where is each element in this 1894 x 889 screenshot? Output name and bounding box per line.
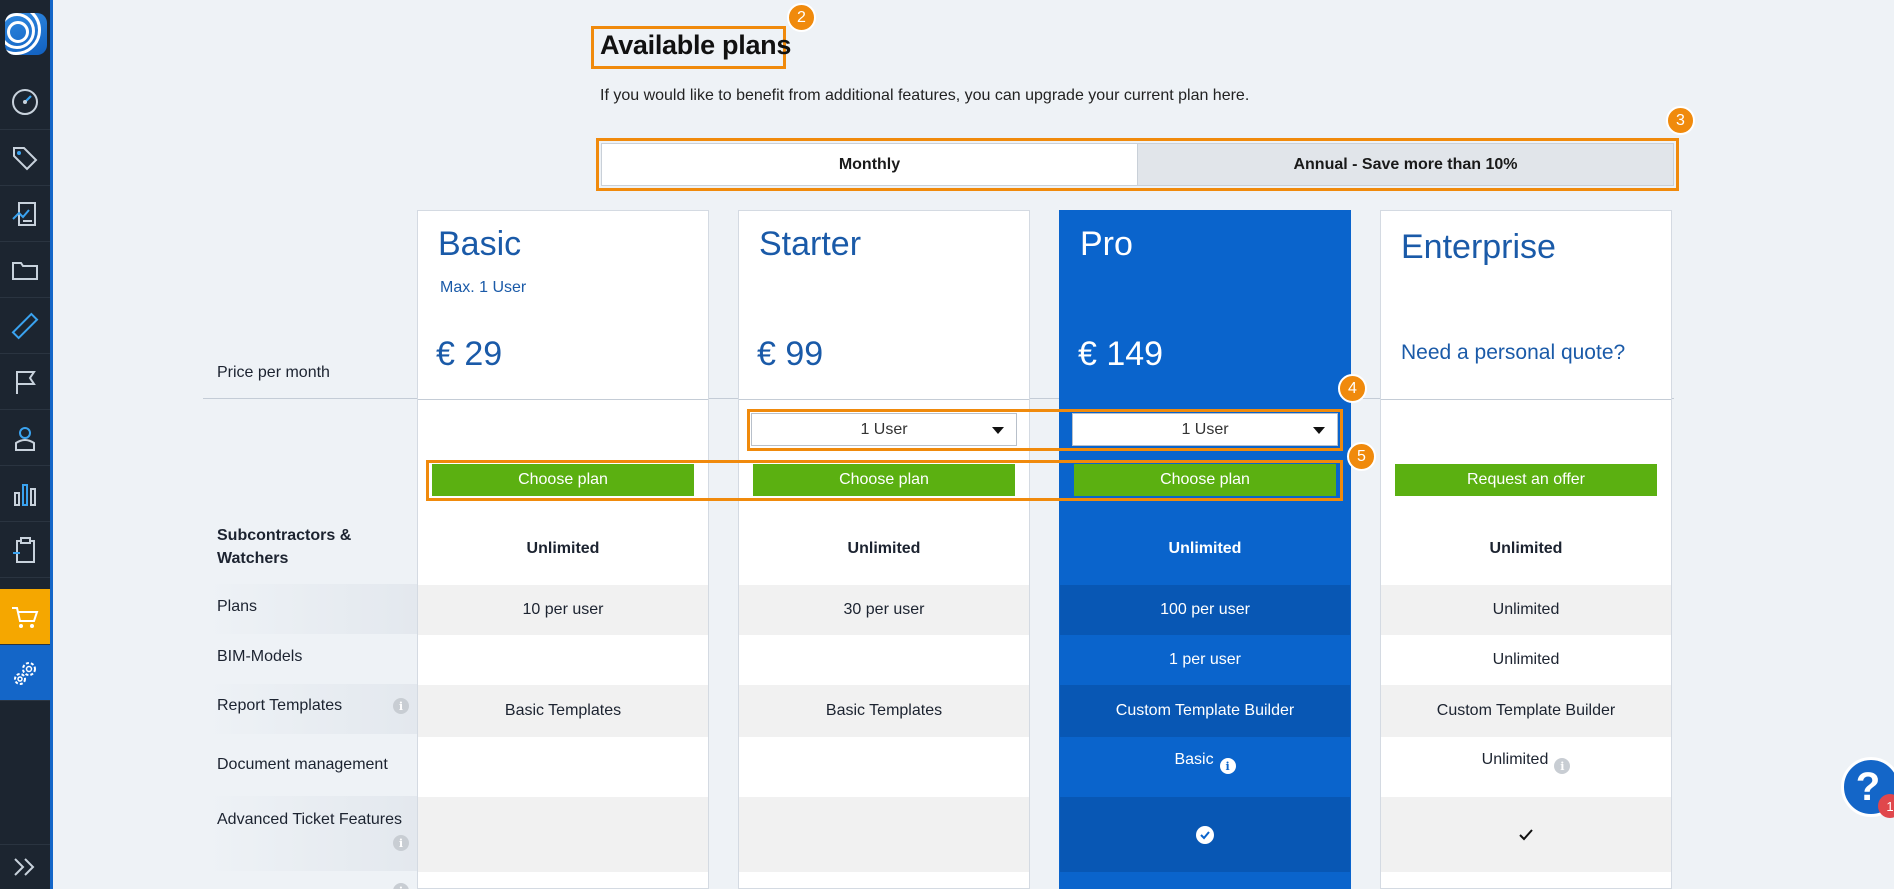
info-icon[interactable]: i <box>393 883 409 889</box>
cell-document-management: Unlimited i <box>1381 737 1671 797</box>
cell-advanced-ticket <box>418 797 708 872</box>
personal-quote-link[interactable]: Need a personal quote? <box>1401 341 1625 365</box>
plan-card-enterprise: Enterprise Need a personal quote? Reques… <box>1380 210 1672 889</box>
annotation-badge: 5 <box>1347 442 1376 471</box>
annotation-badge: 4 <box>1338 374 1367 403</box>
tab-monthly[interactable]: Monthly <box>602 144 1137 185</box>
request-offer-button[interactable]: Request an offer <box>1395 464 1657 496</box>
cell-document-management-value: Basic <box>1174 751 1214 768</box>
card-divider <box>739 399 1029 400</box>
plan-card-basic: Basic Max. 1 User € 29 Choose plan Unlim… <box>417 210 709 889</box>
tags-icon <box>13 146 38 170</box>
row-label-plans: Plans <box>217 598 258 615</box>
plan-name: Basic <box>438 225 522 263</box>
cell-advanced-ticket <box>1060 797 1350 872</box>
cell-report-templates: Basic Templates <box>418 685 708 737</box>
sidebar-item-shop[interactable] <box>0 589 50 645</box>
report-icon <box>12 201 36 226</box>
cell-subcontractors: Unlimited <box>847 540 921 557</box>
annotation-badge: 2 <box>787 3 816 32</box>
user-icon <box>15 426 35 451</box>
cell-subcontractors: Unlimited <box>1168 540 1242 557</box>
cell-document-management-value: Unlimited <box>1481 751 1549 768</box>
row-label-bim: BIM-Models <box>217 648 303 665</box>
cell-document-management <box>739 737 1029 797</box>
plan-user-limit: Max. 1 User <box>440 279 527 296</box>
sidebar-item-dashboard[interactable] <box>0 74 50 130</box>
cell-advanced-ticket <box>739 797 1029 872</box>
plan-name: Starter <box>759 225 862 263</box>
flag-icon <box>16 370 36 394</box>
cell-advanced-ticket <box>1381 797 1671 872</box>
info-icon[interactable]: i <box>1554 758 1571 774</box>
bar-chart-icon <box>14 483 36 506</box>
row-label-report-templates: Report Templates <box>217 697 343 714</box>
card-divider <box>418 399 708 400</box>
annotation-box-choose-plan <box>426 460 1343 501</box>
plan-card-starter: Starter € 99 1 User Choose plan Unlimite… <box>738 210 1030 889</box>
card-divider <box>1060 399 1350 400</box>
cell-plans: Unlimited <box>1381 585 1671 635</box>
row-label-advanced-ticket: Advanced Ticket Features <box>217 811 402 828</box>
sidebar-item-milestones[interactable] <box>0 354 50 410</box>
cell-subcontractors: Unlimited <box>1489 540 1563 557</box>
row-label-price: Price per month <box>217 364 330 381</box>
plan-price: € 99 <box>757 335 824 373</box>
page-title: Available plans <box>600 30 792 60</box>
plan-price: € 29 <box>436 335 503 373</box>
cell-report-templates: Basic Templates <box>739 685 1029 737</box>
checkmark-icon <box>1519 828 1533 840</box>
cell-document-management <box>418 737 708 797</box>
cell-report-templates: Custom Template Builder <box>1060 685 1350 737</box>
plan-name: Pro <box>1080 225 1133 263</box>
card-divider <box>1381 399 1671 400</box>
plan-name: Enterprise <box>1401 228 1556 266</box>
info-icon[interactable]: i <box>393 698 409 714</box>
sidebar-item-settings[interactable] <box>0 645 50 701</box>
cell-document-management: Basic i <box>1060 737 1350 797</box>
sidebar-item-statistics[interactable] <box>0 466 50 522</box>
tab-annual[interactable]: Annual - Save more than 10% <box>1137 144 1673 185</box>
shopping-cart-icon <box>12 606 39 628</box>
cell-bim <box>418 635 708 685</box>
sidebar-expand-button[interactable] <box>0 844 50 889</box>
ruler-icon <box>11 312 39 339</box>
cell-bim: 1 per user <box>1168 651 1242 668</box>
sidebar-item-reports[interactable] <box>0 186 50 242</box>
annotation-badge: 3 <box>1666 106 1695 135</box>
clipboard-icon <box>13 536 35 563</box>
cell-bim: Unlimited <box>1492 651 1560 668</box>
folder-icon <box>12 261 38 280</box>
plan-card-pro: Pro € 149 1 User Choose plan Unlimited 1… <box>1059 210 1351 889</box>
cell-plans: 30 per user <box>739 585 1029 635</box>
sidebar-item-documents[interactable] <box>0 242 50 298</box>
app-logo[interactable] <box>5 13 47 55</box>
sidebar-item-measure[interactable] <box>0 298 50 354</box>
page-subtitle: If you would like to benefit from additi… <box>600 87 1250 104</box>
row-label-document-management: Document management <box>217 756 388 773</box>
double-chevron-right-icon <box>14 858 35 876</box>
sidebar-item-contacts[interactable] <box>0 410 50 466</box>
cell-subcontractors: Unlimited <box>526 540 600 557</box>
check-circle-icon <box>1196 825 1214 844</box>
sidebar-item-tickets[interactable] <box>0 130 50 186</box>
speedometer-icon <box>12 88 38 115</box>
cell-plans: 10 per user <box>418 585 708 635</box>
billing-period-toggle: Monthly Annual - Save more than 10% <box>601 143 1674 186</box>
row-label-subcontractors: Subcontractors & Watchers <box>217 527 352 567</box>
cell-bim <box>739 635 1029 685</box>
sidebar-item-tasks[interactable] <box>0 522 50 578</box>
info-icon[interactable]: i <box>1219 758 1236 774</box>
row-shade <box>203 796 418 871</box>
cell-plans: 100 per user <box>1060 585 1350 635</box>
settings-icon <box>14 661 36 685</box>
sidebar <box>0 0 53 889</box>
plan-price: € 149 <box>1078 335 1164 373</box>
cell-report-templates: Custom Template Builder <box>1381 685 1671 737</box>
info-icon[interactable]: i <box>393 835 409 851</box>
annotation-box-user-select <box>747 409 1343 451</box>
